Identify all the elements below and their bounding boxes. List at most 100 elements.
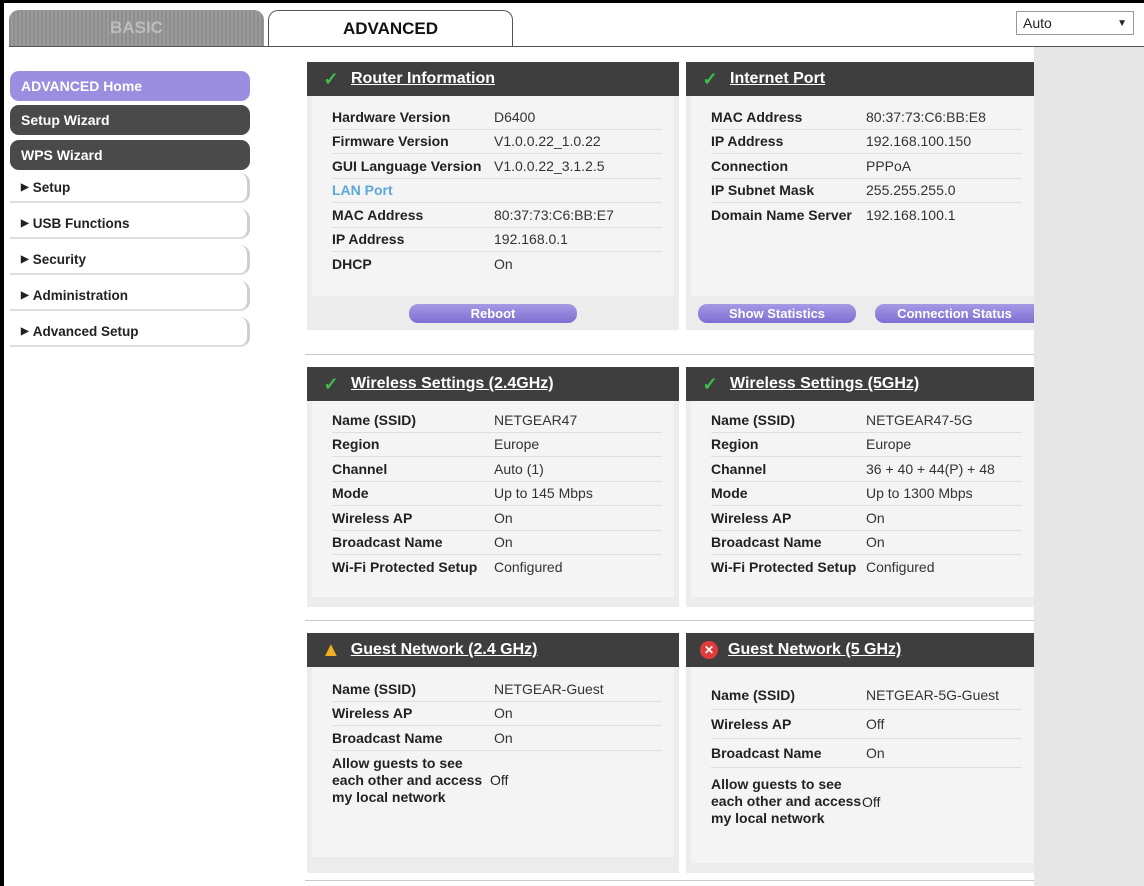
- row-value: 80:37:73:C6:BB:E8: [866, 108, 986, 125]
- check-icon: ✓: [321, 374, 341, 394]
- sidebar-item-label: USB Functions: [32, 215, 130, 231]
- row-value: 36 + 40 + 44(P) + 48: [866, 460, 995, 477]
- panel-title[interactable]: Wireless Settings (5GHz): [730, 375, 919, 393]
- router-information-panel: ✓ Router Information Hardware Version D64…: [307, 62, 679, 330]
- language-select[interactable]: Auto ▼: [1016, 11, 1134, 35]
- reboot-button[interactable]: Reboot: [409, 304, 577, 323]
- row-label: Broadcast Name: [711, 745, 822, 761]
- panel-body: Hardware Version D6400 Firmware Version V1…: [312, 96, 674, 296]
- row-label: MAC Address: [332, 206, 424, 223]
- wireless-24-panel: ✓ Wireless Settings (2.4GHz) Name (SSID)…: [307, 367, 679, 607]
- row-label: Broadcast Name: [332, 729, 443, 746]
- row-label: Mode: [711, 485, 748, 502]
- row-value: 192.168.0.1: [494, 231, 568, 248]
- row-value: Off: [866, 716, 885, 732]
- row-value: NETGEAR-5G-Guest: [866, 687, 1000, 703]
- internet-port-panel: ✓ Internet Port MAC Address 80:37:73:C6:B…: [686, 62, 1034, 330]
- panel-header: ✓ Router Information: [307, 62, 679, 96]
- row-value: Europe: [494, 436, 540, 453]
- row-label: MAC Address: [711, 108, 803, 125]
- panel-title[interactable]: Guest Network (5 GHz): [728, 641, 901, 659]
- row-value: PPPoA: [866, 157, 912, 174]
- row-label: Name (SSID): [711, 687, 796, 703]
- row-label: IP Address: [332, 231, 405, 248]
- section-divider: [305, 880, 1034, 881]
- row-value: Europe: [866, 436, 912, 453]
- row-value: Up to 145 Mbps: [494, 485, 593, 502]
- sidebar-item-advanced-setup[interactable]: ▶ Advanced Setup: [10, 317, 250, 347]
- row-label: Wireless AP: [711, 716, 792, 732]
- row-label: Wireless AP: [711, 509, 792, 526]
- row-label: Name (SSID): [711, 411, 796, 428]
- show-statistics-button[interactable]: Show Statistics: [698, 304, 856, 323]
- wireless-5-panel: ✓ Wireless Settings (5GHz) Name (SSID) NE…: [686, 367, 1034, 607]
- panel-title[interactable]: Internet Port: [730, 70, 825, 88]
- row-value: 255.255.255.0: [866, 182, 956, 199]
- check-icon: ✓: [700, 374, 720, 394]
- row-label: IP Address: [711, 133, 784, 150]
- row-value: NETGEAR47: [494, 411, 578, 428]
- row-label: Name (SSID): [332, 680, 417, 697]
- row-value: 192.168.100.1: [866, 207, 956, 224]
- triangle-right-icon: ▶: [21, 289, 29, 301]
- row-value: Configured: [866, 559, 935, 576]
- lan-port-heading: LAN Port: [332, 182, 393, 199]
- panel-body: Name (SSID) NETGEAR-5G-Guest Wireless AP O…: [691, 667, 1034, 863]
- row-label: Wireless AP: [332, 509, 413, 526]
- triangle-right-icon: ▶: [21, 325, 29, 337]
- row-value: Off: [490, 772, 509, 788]
- row-value: NETGEAR-Guest: [494, 680, 604, 697]
- row-value: 80:37:73:C6:BB:E7: [494, 206, 614, 223]
- panel-title[interactable]: Guest Network (2.4 GHz): [351, 641, 538, 659]
- panel-header: ✓ Wireless Settings (5GHz): [686, 367, 1034, 401]
- triangle-right-icon: ▶: [21, 217, 29, 229]
- row-label: Name (SSID): [332, 411, 417, 428]
- row-label: DHCP: [332, 256, 372, 273]
- sidebar-item-advanced-home[interactable]: ADVANCED Home: [10, 71, 250, 101]
- sidebar-item-security[interactable]: ▶ Security: [10, 245, 250, 275]
- row-label: Domain Name Server: [711, 207, 852, 224]
- tab-basic[interactable]: BASIC: [9, 10, 264, 46]
- row-value: On: [866, 745, 885, 761]
- tab-divider: [9, 46, 1144, 47]
- row-label: Connection: [711, 157, 788, 174]
- sidebar-item-label: Advanced Setup: [32, 323, 139, 339]
- row-label: Mode: [332, 485, 369, 502]
- right-background: [1034, 47, 1144, 886]
- panel-body: Name (SSID) NETGEAR47 Region Europe Channe…: [312, 401, 674, 597]
- panel-title[interactable]: Wireless Settings (2.4GHz): [351, 375, 554, 393]
- panel-body: Name (SSID) NETGEAR47-5G Region Europe Cha…: [691, 401, 1034, 597]
- row-value: NETGEAR47-5G: [866, 411, 973, 428]
- sidebar-item-label: Security: [32, 251, 86, 267]
- language-select-value: Auto: [1023, 15, 1052, 31]
- row-label: Firmware Version: [332, 133, 449, 150]
- row-label: Wireless AP: [332, 705, 413, 722]
- row-label: Region: [711, 436, 759, 453]
- sidebar-item-setup[interactable]: ▶ Setup: [10, 173, 250, 203]
- sidebar-item-usb-functions[interactable]: ▶ USB Functions: [10, 209, 250, 239]
- row-label: Channel: [332, 460, 388, 477]
- chevron-down-icon: ▼: [1117, 17, 1127, 29]
- connection-status-button[interactable]: Connection Status: [875, 304, 1034, 323]
- sidebar-item-setup-wizard[interactable]: Setup Wizard: [10, 105, 250, 135]
- row-value: Configured: [494, 559, 563, 576]
- row-label: Wi-Fi Protected Setup: [332, 559, 478, 576]
- panel-header: ✕ Guest Network (5 GHz): [686, 633, 1034, 667]
- sidebar-item-wps-wizard[interactable]: WPS Wizard: [10, 140, 250, 170]
- section-divider: [305, 620, 1034, 621]
- row-label: Hardware Version: [332, 108, 451, 125]
- row-value: On: [494, 705, 513, 722]
- row-value: On: [866, 534, 885, 551]
- panel-body: MAC Address 80:37:73:C6:BB:E8 IP Address 1…: [691, 96, 1034, 296]
- row-value: On: [866, 509, 885, 526]
- row-value: V1.0.0.22_1.0.22: [494, 133, 601, 150]
- section-divider: [305, 354, 1034, 355]
- guest-24-panel: ▲ Guest Network (2.4 GHz) Name (SSID) NET…: [307, 633, 679, 873]
- panel-title[interactable]: Router Information: [351, 70, 495, 88]
- panel-header: ▲ Guest Network (2.4 GHz): [307, 633, 679, 667]
- sidebar-item-administration[interactable]: ▶ Administration: [10, 281, 250, 311]
- row-label: Broadcast Name: [332, 534, 443, 551]
- tab-advanced[interactable]: ADVANCED: [268, 10, 513, 47]
- row-label: Allow guests to see each other and access…: [711, 776, 862, 826]
- row-value: On: [494, 509, 513, 526]
